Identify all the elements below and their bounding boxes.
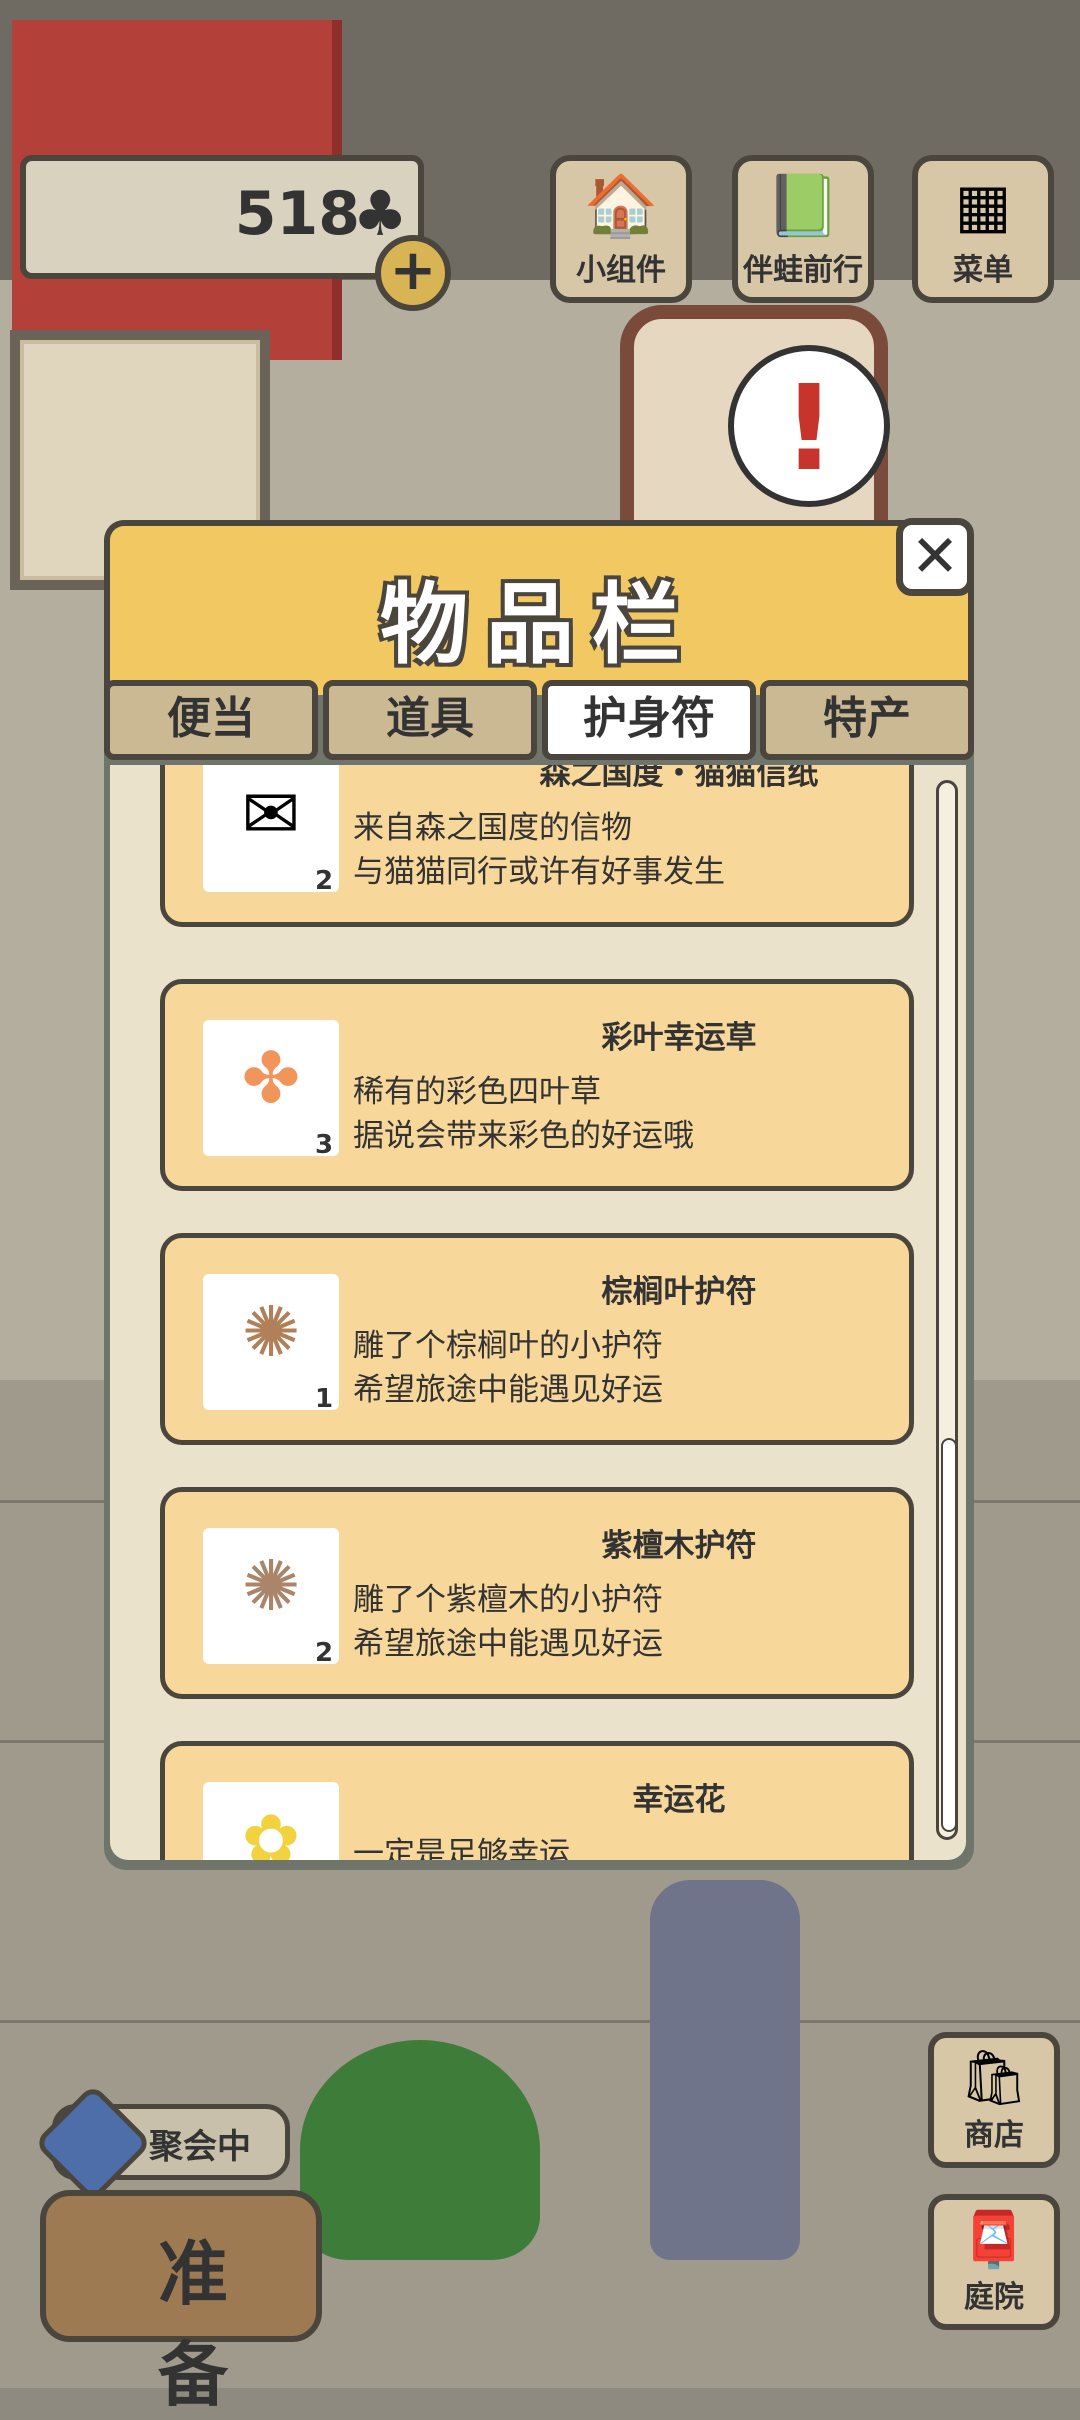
tab-charms[interactable]: 护身符 <box>542 680 756 760</box>
item-quantity: 1 <box>315 1384 334 1414</box>
item-description: 雕了个紫檀木的小护符 <box>353 1582 663 1618</box>
item-name: 紫檀木护符 <box>601 1528 757 1564</box>
tab-specialties[interactable]: 特产 <box>760 680 974 760</box>
potted-plant <box>300 2040 540 2260</box>
frog-book-icon: 📗 <box>765 171 841 241</box>
inventory-modal: 物品栏 ✕ 便当 道具 护身符 特产 ✉ 2 森之国度・猫猫信纸 来自森之国度的… <box>104 518 974 1870</box>
list-item[interactable]: ✉ 2 森之国度・猫猫信纸 来自森之国度的信物 与猫猫同行或许有好事发生 <box>160 765 914 927</box>
item-quantity: 2 <box>315 1638 334 1668</box>
item-description: 雕了个棕榈叶的小护符 <box>353 1328 663 1364</box>
lucky-flower-icon: ✿ <box>203 1782 339 1860</box>
clover-counter: 518 ♣ <box>20 155 424 279</box>
item-name: 棕榈叶护符 <box>601 1274 757 1310</box>
list-item[interactable]: ✺ 2 紫檀木护符 雕了个紫檀木的小护符 希望旅途中能遇见好运 <box>160 1487 914 1699</box>
menu-button[interactable]: ▦ 菜单 <box>912 155 1054 303</box>
list-item[interactable]: ✿ 幸运花 一定是足够幸运 <box>160 1741 914 1860</box>
modal-title: 物品栏 <box>379 573 698 676</box>
close-button[interactable]: ✕ <box>896 518 974 596</box>
item-description: 据说会带来彩色的好运哦 <box>353 1118 694 1154</box>
inventory-tabs: 便当 道具 护身符 特产 <box>104 680 974 762</box>
widget-button-label: 小组件 <box>576 253 666 288</box>
item-description: 希望旅途中能遇见好运 <box>353 1372 663 1408</box>
list-item[interactable]: ✤ 3 彩叶幸运草 稀有的彩色四叶草 据说会带来彩色的好运哦 <box>160 979 914 1191</box>
item-name: 幸运花 <box>632 1782 726 1818</box>
item-description: 稀有的彩色四叶草 <box>353 1074 601 1110</box>
exclamation-icon: ! <box>782 359 836 497</box>
notification-bubble[interactable]: ! <box>728 345 890 507</box>
list-item[interactable]: ✺ 1 棕榈叶护符 雕了个棕榈叶的小护符 希望旅途中能遇见好运 <box>160 1233 914 1445</box>
ready-button[interactable]: 准备 <box>40 2190 322 2416</box>
item-name: 彩叶幸运草 <box>601 1020 757 1056</box>
party-status[interactable]: 聚会中 <box>33 2083 290 2203</box>
frog-companion-label: 伴蛙前行 <box>743 253 863 288</box>
tab-tools[interactable]: 道具 <box>323 680 537 760</box>
tab-bento[interactable]: 便当 <box>104 680 318 760</box>
add-clover-button[interactable]: + <box>375 235 451 311</box>
menu-icon: ▦ <box>954 171 1012 241</box>
scholar-rock <box>650 1880 800 2260</box>
party-label: 聚会中 <box>149 2127 251 2167</box>
scroll-thumb[interactable] <box>941 1438 957 1832</box>
modal-header: 物品栏 <box>104 520 974 695</box>
menu-button-label: 菜单 <box>953 253 1013 288</box>
yard-button[interactable]: 📮 庭院 <box>928 2194 1060 2330</box>
item-description: 来自森之国度的信物 <box>353 810 632 846</box>
scrollbar[interactable] <box>936 780 958 1840</box>
item-description: 与猫猫同行或许有好事发生 <box>353 854 725 890</box>
yard-icon: 📮 <box>960 2208 1028 2271</box>
widget-icon: 🏠 <box>583 171 659 241</box>
item-description: 希望旅途中能遇见好运 <box>353 1626 663 1662</box>
clover-count: 518 <box>234 179 360 249</box>
shop-icon: 🛍 <box>959 2046 1029 2109</box>
item-description: 一定是足够幸运 <box>353 1836 570 1860</box>
ready-button-label: 准备 <box>158 2233 242 2416</box>
widget-button[interactable]: 🏠 小组件 <box>550 155 692 303</box>
shop-label: 商店 <box>964 2118 1024 2153</box>
item-quantity: 2 <box>315 866 334 896</box>
yard-label: 庭院 <box>964 2280 1024 2315</box>
item-list[interactable]: ✉ 2 森之国度・猫猫信纸 来自森之国度的信物 与猫猫同行或许有好事发生 ✤ 3… <box>110 765 966 1860</box>
item-name: 森之国度・猫猫信纸 <box>539 765 819 792</box>
shop-button[interactable]: 🛍 商店 <box>928 2032 1060 2168</box>
frog-companion-button[interactable]: 📗 伴蛙前行 <box>732 155 874 303</box>
item-quantity: 3 <box>315 1130 334 1160</box>
